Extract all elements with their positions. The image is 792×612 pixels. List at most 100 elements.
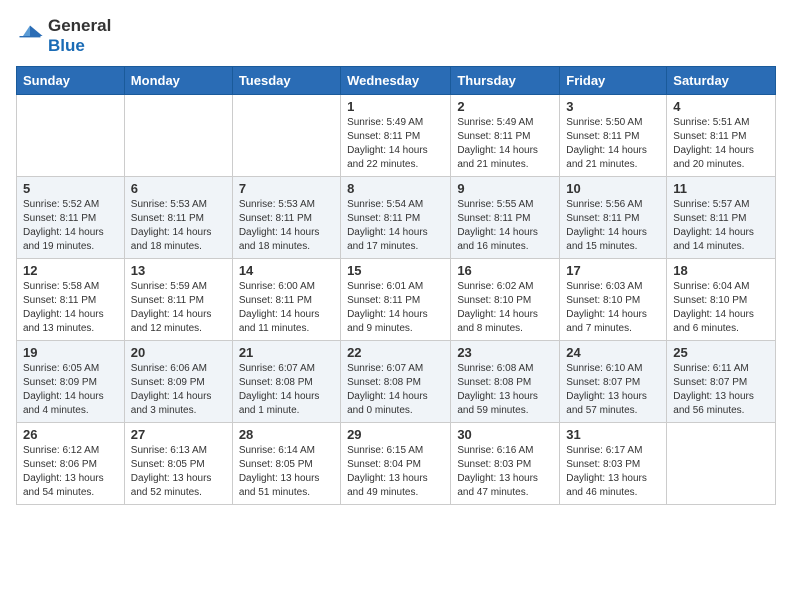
calendar-cell: 22 Sunrise: 6:07 AM Sunset: 8:08 PM Dayli… xyxy=(341,341,451,423)
day-number: 11 xyxy=(673,181,769,196)
calendar-cell: 18 Sunrise: 6:04 AM Sunset: 8:10 PM Dayli… xyxy=(667,259,776,341)
day-info: Sunrise: 5:55 AM Sunset: 8:11 PM Dayligh… xyxy=(457,198,553,254)
day-info: Sunrise: 6:05 AM Sunset: 8:09 PM Dayligh… xyxy=(23,362,118,418)
calendar-cell: 13 Sunrise: 5:59 AM Sunset: 8:11 PM Dayli… xyxy=(124,259,232,341)
day-info: Sunrise: 5:49 AM Sunset: 8:11 PM Dayligh… xyxy=(347,116,444,172)
day-number: 26 xyxy=(23,427,118,442)
day-info: Sunrise: 6:17 AM Sunset: 8:03 PM Dayligh… xyxy=(566,444,660,500)
day-number: 6 xyxy=(131,181,226,196)
calendar-cell: 8 Sunrise: 5:54 AM Sunset: 8:11 PM Daylig… xyxy=(341,177,451,259)
calendar-cell: 20 Sunrise: 6:06 AM Sunset: 8:09 PM Dayli… xyxy=(124,341,232,423)
calendar-header-row: SundayMondayTuesdayWednesdayThursdayFrid… xyxy=(17,67,776,95)
calendar-cell: 29 Sunrise: 6:15 AM Sunset: 8:04 PM Dayli… xyxy=(341,423,451,505)
day-number: 19 xyxy=(23,345,118,360)
day-number: 15 xyxy=(347,263,444,278)
calendar-cell: 2 Sunrise: 5:49 AM Sunset: 8:11 PM Daylig… xyxy=(451,95,560,177)
day-number: 2 xyxy=(457,99,553,114)
calendar-header-saturday: Saturday xyxy=(667,67,776,95)
calendar-cell: 1 Sunrise: 5:49 AM Sunset: 8:11 PM Daylig… xyxy=(341,95,451,177)
calendar-week-row: 1 Sunrise: 5:49 AM Sunset: 8:11 PM Daylig… xyxy=(17,95,776,177)
day-info: Sunrise: 6:08 AM Sunset: 8:08 PM Dayligh… xyxy=(457,362,553,418)
day-number: 12 xyxy=(23,263,118,278)
day-info: Sunrise: 6:04 AM Sunset: 8:10 PM Dayligh… xyxy=(673,280,769,336)
day-info: Sunrise: 5:53 AM Sunset: 8:11 PM Dayligh… xyxy=(131,198,226,254)
day-info: Sunrise: 5:54 AM Sunset: 8:11 PM Dayligh… xyxy=(347,198,444,254)
day-info: Sunrise: 6:07 AM Sunset: 8:08 PM Dayligh… xyxy=(347,362,444,418)
logo-general: General xyxy=(48,16,111,35)
calendar-week-row: 5 Sunrise: 5:52 AM Sunset: 8:11 PM Daylig… xyxy=(17,177,776,259)
calendar-cell: 24Sunrise: 6:10 AM Sunset: 8:07 PM Dayli… xyxy=(560,341,667,423)
calendar-cell xyxy=(667,423,776,505)
day-info: Sunrise: 5:51 AM Sunset: 8:11 PM Dayligh… xyxy=(673,116,769,172)
day-number: 25 xyxy=(673,345,769,360)
calendar-cell: 15 Sunrise: 6:01 AM Sunset: 8:11 PM Dayli… xyxy=(341,259,451,341)
day-info: Sunrise: 5:58 AM Sunset: 8:11 PM Dayligh… xyxy=(23,280,118,336)
calendar-cell: 19 Sunrise: 6:05 AM Sunset: 8:09 PM Dayli… xyxy=(17,341,125,423)
day-info: Sunrise: 6:07 AM Sunset: 8:08 PM Dayligh… xyxy=(239,362,334,418)
calendar-cell: 23Sunrise: 6:08 AM Sunset: 8:08 PM Dayli… xyxy=(451,341,560,423)
calendar-cell: 25 Sunrise: 6:11 AM Sunset: 8:07 PM Dayli… xyxy=(667,341,776,423)
day-info: Sunrise: 5:59 AM Sunset: 8:11 PM Dayligh… xyxy=(131,280,226,336)
calendar-cell: 17Sunrise: 6:03 AM Sunset: 8:10 PM Dayli… xyxy=(560,259,667,341)
day-number: 18 xyxy=(673,263,769,278)
calendar-cell: 6 Sunrise: 5:53 AM Sunset: 8:11 PM Daylig… xyxy=(124,177,232,259)
calendar-cell: 31 Sunrise: 6:17 AM Sunset: 8:03 PM Dayli… xyxy=(560,423,667,505)
day-info: Sunrise: 5:52 AM Sunset: 8:11 PM Dayligh… xyxy=(23,198,118,254)
day-number: 16 xyxy=(457,263,553,278)
calendar-header-friday: Friday xyxy=(560,67,667,95)
day-info: Sunrise: 6:13 AM Sunset: 8:05 PM Dayligh… xyxy=(131,444,226,500)
day-info: Sunrise: 5:56 AM Sunset: 8:11 PM Dayligh… xyxy=(566,198,660,254)
day-info: Sunrise: 6:14 AM Sunset: 8:05 PM Dayligh… xyxy=(239,444,334,500)
calendar-cell: 10 Sunrise: 5:56 AM Sunset: 8:11 PM Dayli… xyxy=(560,177,667,259)
calendar-header-wednesday: Wednesday xyxy=(341,67,451,95)
day-number: 21 xyxy=(239,345,334,360)
calendar-week-row: 19 Sunrise: 6:05 AM Sunset: 8:09 PM Dayli… xyxy=(17,341,776,423)
calendar-header-tuesday: Tuesday xyxy=(232,67,340,95)
day-number: 24 xyxy=(566,345,660,360)
day-number: 30 xyxy=(457,427,553,442)
calendar-cell xyxy=(232,95,340,177)
day-info: Sunrise: 6:15 AM Sunset: 8:04 PM Dayligh… xyxy=(347,444,444,500)
day-info: Sunrise: 6:02 AM Sunset: 8:10 PM Dayligh… xyxy=(457,280,553,336)
calendar-cell: 12 Sunrise: 5:58 AM Sunset: 8:11 PM Dayli… xyxy=(17,259,125,341)
day-number: 5 xyxy=(23,181,118,196)
calendar-cell xyxy=(17,95,125,177)
day-info: Sunrise: 6:06 AM Sunset: 8:09 PM Dayligh… xyxy=(131,362,226,418)
calendar-cell: 16 Sunrise: 6:02 AM Sunset: 8:10 PM Dayli… xyxy=(451,259,560,341)
day-info: Sunrise: 5:57 AM Sunset: 8:11 PM Dayligh… xyxy=(673,198,769,254)
day-number: 3 xyxy=(566,99,660,114)
day-number: 31 xyxy=(566,427,660,442)
logo-icon xyxy=(16,22,44,50)
day-number: 4 xyxy=(673,99,769,114)
day-info: Sunrise: 5:49 AM Sunset: 8:11 PM Dayligh… xyxy=(457,116,553,172)
calendar-cell: 5 Sunrise: 5:52 AM Sunset: 8:11 PM Daylig… xyxy=(17,177,125,259)
calendar-cell: 26Sunrise: 6:12 AM Sunset: 8:06 PM Dayli… xyxy=(17,423,125,505)
calendar-cell: 28Sunrise: 6:14 AM Sunset: 8:05 PM Dayli… xyxy=(232,423,340,505)
calendar-week-row: 12 Sunrise: 5:58 AM Sunset: 8:11 PM Dayli… xyxy=(17,259,776,341)
day-number: 8 xyxy=(347,181,444,196)
day-number: 1 xyxy=(347,99,444,114)
day-info: Sunrise: 6:01 AM Sunset: 8:11 PM Dayligh… xyxy=(347,280,444,336)
calendar-header-monday: Monday xyxy=(124,67,232,95)
day-number: 13 xyxy=(131,263,226,278)
day-number: 7 xyxy=(239,181,334,196)
calendar-cell: 11 Sunrise: 5:57 AM Sunset: 8:11 PM Dayli… xyxy=(667,177,776,259)
day-number: 14 xyxy=(239,263,334,278)
calendar-cell: 3Sunrise: 5:50 AM Sunset: 8:11 PM Daylig… xyxy=(560,95,667,177)
calendar-table: SundayMondayTuesdayWednesdayThursdayFrid… xyxy=(16,66,776,505)
calendar-cell: 9 Sunrise: 5:55 AM Sunset: 8:11 PM Daylig… xyxy=(451,177,560,259)
day-number: 20 xyxy=(131,345,226,360)
calendar-cell: 7Sunrise: 5:53 AM Sunset: 8:11 PM Daylig… xyxy=(232,177,340,259)
day-number: 22 xyxy=(347,345,444,360)
day-number: 9 xyxy=(457,181,553,196)
day-number: 17 xyxy=(566,263,660,278)
calendar-week-row: 26Sunrise: 6:12 AM Sunset: 8:06 PM Dayli… xyxy=(17,423,776,505)
day-number: 10 xyxy=(566,181,660,196)
day-info: Sunrise: 6:11 AM Sunset: 8:07 PM Dayligh… xyxy=(673,362,769,418)
calendar-cell: 14Sunrise: 6:00 AM Sunset: 8:11 PM Dayli… xyxy=(232,259,340,341)
day-number: 27 xyxy=(131,427,226,442)
logo: General Blue xyxy=(16,16,111,56)
day-number: 29 xyxy=(347,427,444,442)
page-header: General Blue xyxy=(16,16,776,56)
calendar-cell xyxy=(124,95,232,177)
